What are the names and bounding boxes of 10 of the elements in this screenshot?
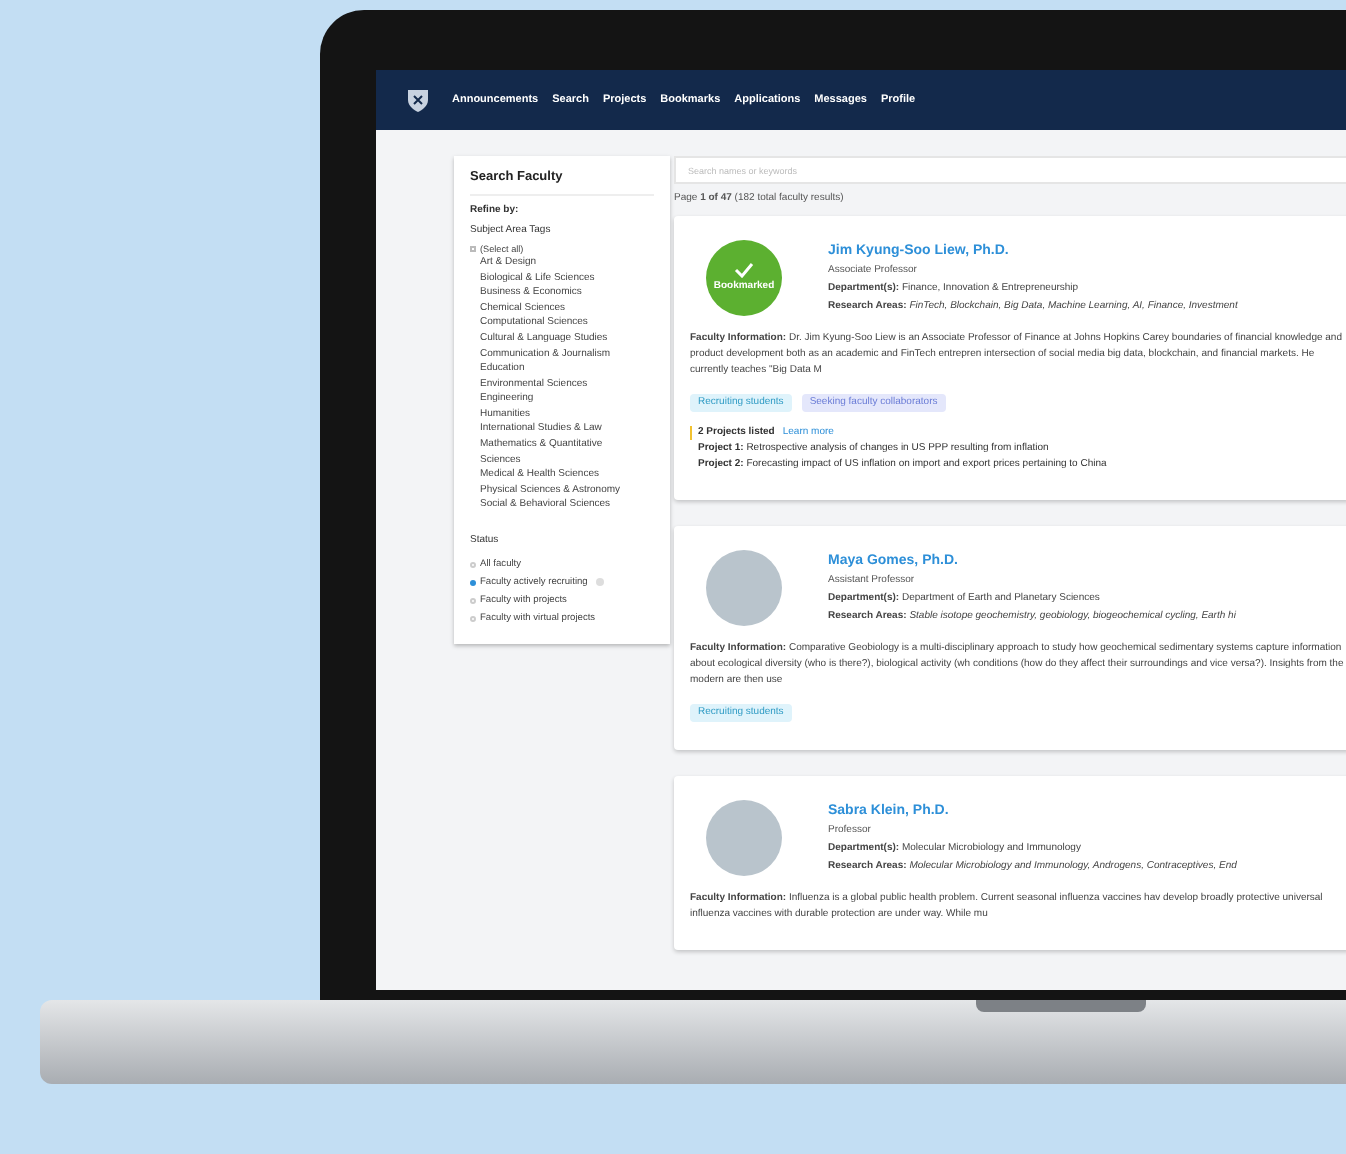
- shield-logo-icon: [404, 86, 432, 114]
- info-icon[interactable]: [595, 578, 604, 587]
- status-radio[interactable]: [470, 579, 476, 586]
- status-radio[interactable]: [470, 597, 476, 604]
- avatar-placeholder: [706, 549, 782, 625]
- avatar-placeholder: [706, 799, 782, 875]
- status-radio[interactable]: [470, 561, 476, 568]
- select-all-checkbox[interactable]: [470, 246, 476, 253]
- check-icon: [734, 262, 754, 278]
- status-radio[interactable]: [470, 615, 476, 622]
